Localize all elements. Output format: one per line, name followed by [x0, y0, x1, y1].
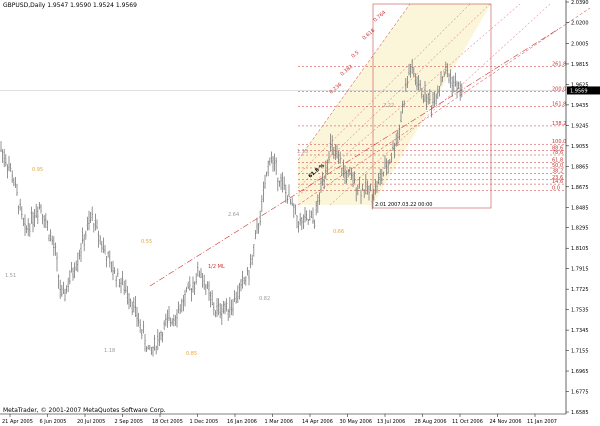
y-tick-label: 1.9245: [571, 123, 589, 129]
fib-level-label: 0.0: [552, 186, 560, 192]
fib-level-label: 38.2: [552, 168, 563, 174]
y-tick-label: 2.0390: [571, 0, 589, 6]
fib-level-label: 100.0: [552, 139, 566, 145]
x-tick-label: 1 Mar 2006: [265, 419, 294, 425]
x-tick-label: 11 Jan 2007: [527, 419, 557, 425]
x-tick-label: 24 Nov 2006: [490, 419, 522, 425]
annotation-label: 1.15: [297, 149, 308, 155]
x-tick-label: 20 Jul 2005: [77, 419, 105, 425]
x-tick-label: 13 Jul 2006: [377, 419, 405, 425]
median-line-label: 1/2 ML: [208, 264, 225, 270]
annotation-label: 2.22: [383, 103, 394, 109]
x-tick-label: 2 Sep 2005: [115, 419, 144, 425]
fib-level-label: 78.6: [552, 150, 563, 156]
y-tick-label: 1.8485: [571, 205, 589, 211]
y-tick-label: 1.6775: [571, 390, 589, 396]
y-tick-label: 1.7915: [571, 267, 589, 273]
y-tick-label: 2.0005: [571, 41, 589, 47]
y-tick-label: 1.9435: [571, 103, 589, 109]
fib-level-label: 261.8: [552, 62, 566, 68]
annotation-label: 0.55: [141, 239, 152, 245]
x-tick-label: 16 Jan 2006: [227, 419, 257, 425]
y-tick-label: 1.9815: [571, 62, 589, 68]
annotation-label: 0.66: [333, 229, 344, 235]
chart-title: GBPUSD,Daily 1.9547 1.9590 1.9524 1.9569: [3, 2, 137, 9]
annotation-label: 0.85: [186, 351, 197, 357]
fib-level-label: 138.2: [552, 121, 566, 127]
y-tick-label: 1.6585: [571, 410, 589, 416]
y-tick-label: 1.8295: [571, 226, 589, 232]
x-tick-label: 30 May 2006: [340, 419, 373, 425]
y-tick-label: 1.6965: [571, 369, 589, 375]
annotation-label: 0.82: [259, 296, 270, 302]
x-tick-label: 21 Apr 2005: [2, 419, 33, 425]
y-tick-label: 2.0200: [571, 20, 589, 26]
y-tick-label: 1.8105: [571, 246, 589, 252]
y-tick-label: 1.7535: [571, 308, 589, 314]
fib-level-label: 14.6: [552, 179, 563, 185]
annotation-label: 2.64: [228, 212, 239, 218]
point-label: 2:01 2007.03.22 00:00: [375, 202, 432, 208]
fib-level-label: 200.0: [552, 86, 566, 92]
y-tick-label: 1.8675: [571, 185, 589, 191]
y-tick-label: 1.7725: [571, 287, 589, 293]
x-tick-label: 11 Oct 2006: [452, 419, 483, 425]
fib-level-label: 161.8: [552, 102, 566, 108]
x-tick-label: 28 Aug 2006: [415, 419, 447, 425]
x-tick-label: 6 Jun 2005: [40, 419, 67, 425]
y-tick-label: 1.9055: [571, 144, 589, 150]
price-chart[interactable]: 261.8200.0161.8138.2100.088.678.661.850.…: [0, 0, 600, 426]
current-price-label: 1.9569: [570, 88, 588, 94]
x-tick-label: 18 Oct 2005: [152, 419, 183, 425]
annotation-label: 1.18: [104, 348, 115, 354]
x-tick-label: 1 Dec 2005: [190, 419, 219, 425]
y-tick-label: 1.7155: [571, 349, 589, 355]
y-tick-label: 1.8865: [571, 164, 589, 170]
copyright-text: MetaTrader, © 2001-2007 MetaQuotes Softw…: [3, 407, 166, 414]
annotation-label: 0.95: [32, 167, 43, 173]
y-tick-label: 1.7345: [571, 328, 589, 334]
annotation-label: 1.51: [5, 273, 16, 279]
x-tick-label: 14 Apr 2006: [302, 419, 333, 425]
